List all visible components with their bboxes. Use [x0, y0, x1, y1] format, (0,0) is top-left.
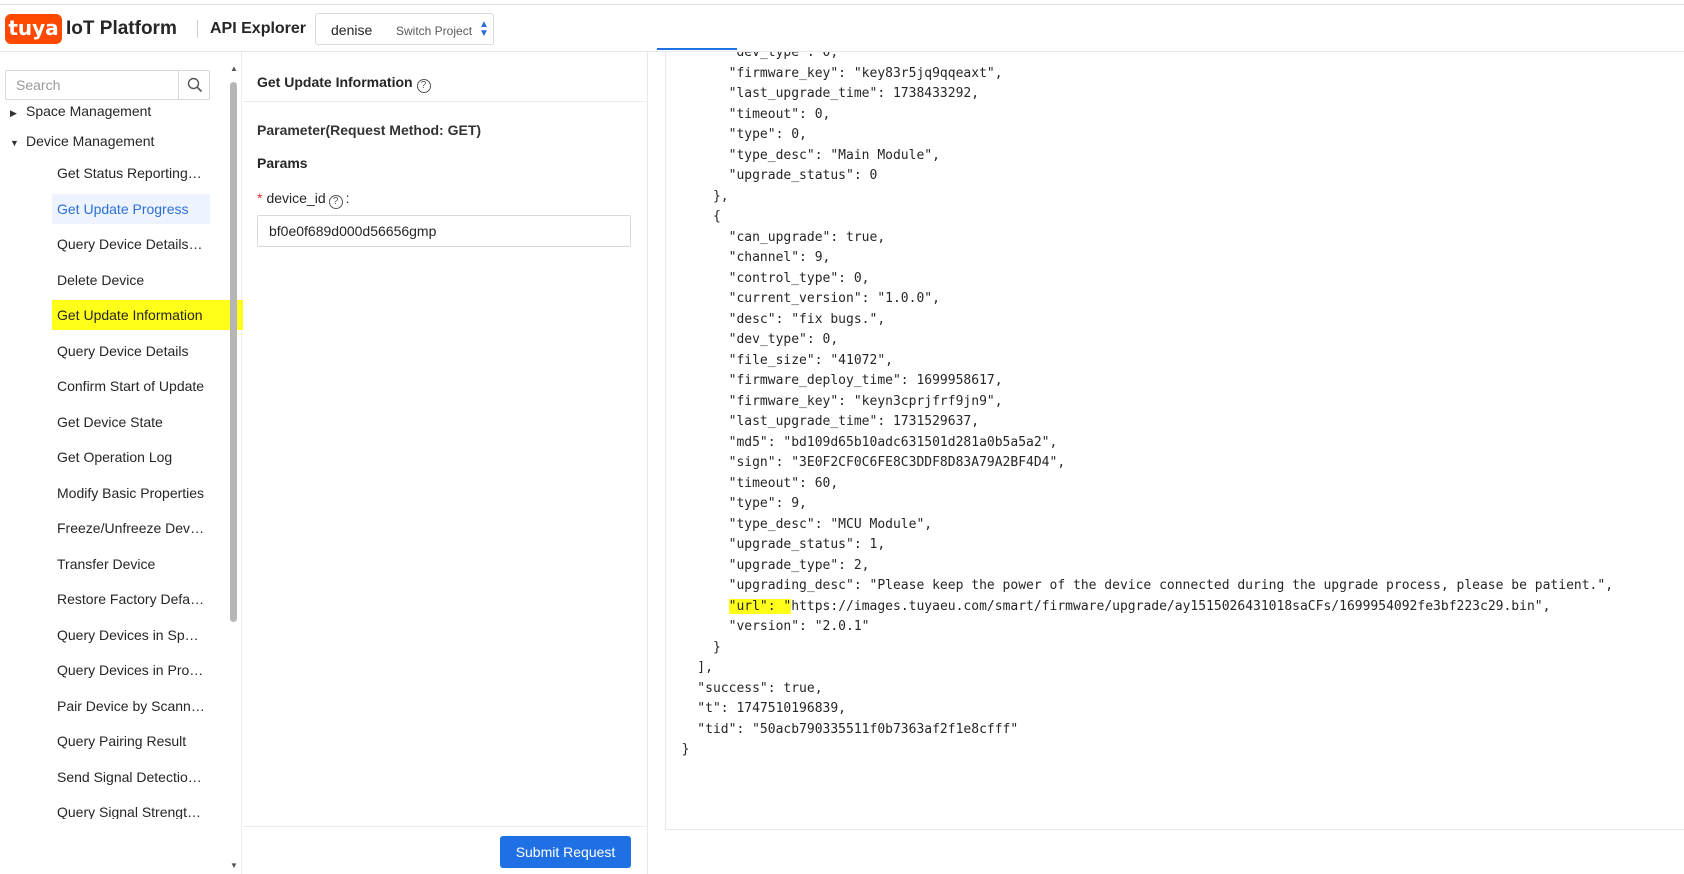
- response-line: "can_upgrade": true,: [666, 229, 886, 245]
- search-button[interactable]: [178, 71, 210, 99]
- search-input[interactable]: [6, 71, 178, 99]
- sidebar-item[interactable]: Query Devices in Proje...: [52, 655, 210, 685]
- project-switcher[interactable]: denise Switch Project ▲ ▼: [315, 13, 494, 45]
- scrollbar-thumb[interactable]: [230, 82, 237, 622]
- sidebar-item[interactable]: Transfer Device: [52, 549, 210, 579]
- sidebar-item[interactable]: Pair Device by Scannin...: [52, 691, 210, 721]
- required-marker: *: [257, 190, 263, 206]
- sidebar-item[interactable]: Get Device State: [52, 407, 210, 437]
- response-panel: "dev_type": 0, "firmware_key": "key83r5j…: [649, 48, 1684, 874]
- api-title: Get Update Information?: [257, 74, 431, 93]
- header-divider: [197, 20, 198, 38]
- response-line: },: [666, 188, 729, 204]
- response-line: "dev_type": 0,: [666, 52, 839, 60]
- sidebar-item[interactable]: Query Device Details i...: [52, 229, 210, 259]
- sidebar-item[interactable]: Get Operation Log: [52, 442, 210, 472]
- sidebar-scrollbar[interactable]: ▲ ▼: [227, 64, 241, 870]
- response-line: "control_type": 0,: [666, 270, 870, 286]
- sidebar-item[interactable]: Confirm Start of Update: [52, 371, 210, 401]
- search-box: [5, 70, 210, 100]
- tree-group-device-management[interactable]: ▼ Device Management: [10, 133, 154, 149]
- sidebar-item-highlighted[interactable]: Get Update Information: [52, 300, 248, 330]
- project-name: denise: [331, 22, 373, 38]
- response-line: "t": 1747510196839,: [666, 701, 847, 716]
- response-line: "firmware_key": "keyn3cprjfrf9jn9",: [666, 393, 1003, 409]
- response-line: "desc": "fix bugs.",: [666, 311, 886, 327]
- scroll-down-icon[interactable]: ▼: [230, 861, 238, 870]
- params-label: Params: [257, 155, 308, 171]
- response-line: "file_size": "41072",: [666, 352, 893, 368]
- sidebar-item[interactable]: Get Status Reporting L...: [52, 158, 210, 188]
- caret-right-icon: ▶: [10, 108, 17, 118]
- response-line: "current_version": "1.0.0",: [666, 291, 940, 306]
- response-line: }: [666, 639, 721, 655]
- brand-title: IoT Platform: [66, 18, 177, 39]
- sidebar-item[interactable]: Modify Basic Properties: [52, 478, 210, 508]
- submit-request-button[interactable]: Submit Request: [500, 836, 631, 868]
- response-line: "last_upgrade_time": 1738433292,: [666, 86, 980, 101]
- response-line: "dev_type": 0,: [666, 332, 839, 347]
- response-line: "upgrade_status": 0: [666, 168, 878, 183]
- device-id-input[interactable]: [257, 215, 631, 247]
- response-line: }: [666, 742, 690, 757]
- response-line: "type_desc": "Main Module",: [666, 147, 940, 163]
- response-line: "tid": "50acb790335511f0b7363af2f1e8cfff…: [666, 721, 1019, 737]
- sidebar-item[interactable]: Send Signal Detection...: [52, 762, 210, 792]
- tree-group-space-management[interactable]: ▶ Space Management: [10, 103, 151, 119]
- caret-down-icon: ▼: [10, 138, 19, 148]
- sidebar-item[interactable]: Delete Device: [52, 265, 210, 295]
- updown-caret-icon: ▲ ▼: [479, 19, 489, 39]
- response-line: "upgrading_desc": "Please keep the power…: [666, 578, 1614, 593]
- response-line: "type_desc": "MCU Module",: [666, 516, 933, 532]
- sidebar-item[interactable]: Freeze/Unfreeze Device: [52, 513, 210, 543]
- response-line: "sign": "3E0F2CF0C6FE8C3DDF8D83A79A2BF4D…: [666, 455, 1066, 470]
- header-top-border: [0, 4, 1684, 5]
- tuya-logo[interactable]: tuya: [5, 14, 62, 44]
- sidebar-item[interactable]: Restore Factory Defaults: [52, 584, 210, 614]
- response-line: ],: [666, 660, 713, 675]
- label-suffix: :: [345, 190, 350, 206]
- section-title: API Explorer: [210, 20, 307, 37]
- response-line: "last_upgrade_time": 1731529637,: [666, 414, 980, 429]
- sidebar-item[interactable]: Query Devices in Space: [52, 620, 210, 650]
- response-line: "upgrade_type": 2,: [666, 557, 870, 573]
- url-key-highlight: "url": ": [728, 598, 792, 614]
- response-line: "version": "2.0.1": [666, 619, 870, 634]
- sidebar-item-active[interactable]: Get Update Progress: [52, 194, 210, 224]
- response-line: "firmware_deploy_time": 1699958617,: [666, 373, 1003, 388]
- response-line: "firmware_key": "key83r5jq9qqeaxt",: [666, 65, 1003, 81]
- api-sidebar: ▶ Space Management ▼ Device Management Get…: [0, 52, 248, 874]
- tree-group-label: Device Management: [26, 133, 155, 149]
- sidebar-item[interactable]: Query Device Details: [52, 336, 210, 366]
- switch-project-label: Switch Project: [396, 24, 473, 38]
- response-line: "md5": "bd109d65b10adc631501d281a0b5a5a2…: [666, 434, 1058, 450]
- response-line: "timeout": 0,: [666, 106, 831, 122]
- api-title-text: Get Update Information: [257, 74, 413, 90]
- scroll-up-icon[interactable]: ▲: [230, 64, 238, 73]
- device-id-label-text: device_id: [266, 190, 326, 206]
- parameter-title: Parameter(Request Method: GET): [257, 122, 482, 138]
- sidebar-item[interactable]: Query Signal Strength...: [52, 797, 210, 819]
- sidebar-item[interactable]: Query Pairing Result: [52, 726, 210, 756]
- response-line: "type": 0,: [666, 127, 807, 142]
- response-line: "url": "https://images.tuyaeu.com/smart/…: [728, 598, 1551, 614]
- response-line: "upgrade_status": 1,: [666, 537, 886, 552]
- response-viewer[interactable]: "dev_type": 0, "firmware_key": "key83r5j…: [665, 52, 1684, 830]
- tree-group-label: Space Management: [26, 103, 152, 119]
- help-icon[interactable]: ?: [328, 195, 343, 209]
- divider: [243, 826, 648, 827]
- search-icon: [187, 77, 202, 93]
- divider: [243, 101, 648, 102]
- help-icon[interactable]: ?: [416, 79, 431, 93]
- response-line: {: [666, 209, 721, 224]
- response-line: "timeout": 60,: [666, 475, 839, 491]
- response-line: "type": 9,: [666, 496, 807, 511]
- device-id-label: * device_id?:: [257, 190, 350, 209]
- active-tab-indicator: [657, 48, 737, 50]
- response-line: "success": true,: [666, 680, 823, 696]
- response-line: "channel": 9,: [666, 250, 831, 265]
- request-panel: Get Update Information? Parameter(Reques…: [243, 52, 648, 874]
- top-header: tuya IoT Platform API Explorer denise Sw…: [0, 0, 1684, 52]
